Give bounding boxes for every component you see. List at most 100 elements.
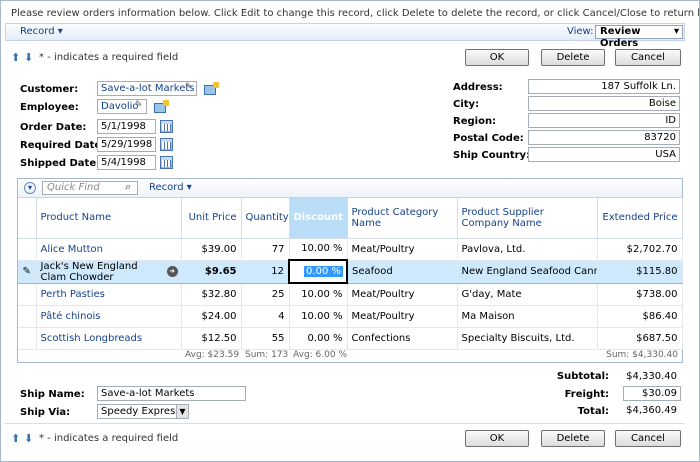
ok-button-bottom[interactable]: OK [465, 430, 529, 447]
ok-button[interactable]: OK [465, 49, 529, 66]
table-row[interactable]: Perth Pasties $32.80 25 10.00 % Meat/Pou… [18, 283, 683, 306]
discount-edit-cell[interactable]: 0.00 % [288, 259, 348, 284]
table-row[interactable]: Alice Mutton $39.00 77 10.00 % Meat/Poul… [18, 238, 683, 261]
column-header-product-name[interactable]: Product Name [36, 198, 182, 239]
grid-footer-row: Avg: $23.59 Sum: 173 Avg: 6.00 % Sum: $4… [18, 349, 682, 361]
employee-label: Employee: [20, 102, 79, 113]
category-cell: Meat/Poultry [347, 305, 458, 328]
region-field[interactable]: ID [528, 113, 680, 128]
column-header-category[interactable]: Product Category Name [347, 198, 458, 239]
new-customer-icon[interactable] [204, 82, 219, 95]
table-row[interactable]: Scottish Longbreads $12.50 55 0.00 % Con… [18, 327, 683, 350]
discount-cell: 10.00 % [289, 305, 348, 328]
edit-pencil-icon: ✎ [22, 266, 31, 277]
city-label: City: [453, 99, 480, 110]
cancel-button[interactable]: Cancel [615, 49, 681, 66]
discount-cell: 10.00 % [289, 283, 348, 306]
row-indicator [18, 238, 37, 261]
delete-button[interactable]: Delete [541, 49, 605, 66]
column-header-unit-price[interactable]: Unit Price [181, 198, 242, 239]
arrow-down-icon[interactable]: ⬇ [24, 52, 33, 63]
view-select[interactable]: Review Orders ▾ [595, 25, 683, 49]
grid-record-menu[interactable]: Record ▾ [149, 182, 192, 193]
order-date-value: 5/1/1998 [101, 121, 146, 132]
ship-via-select[interactable]: Speedy Express ▼ [97, 404, 189, 419]
view-label: View: [567, 26, 594, 37]
ship-name-label: Ship Name: [20, 389, 85, 400]
customer-lookup[interactable]: Save-a-lot Markets [97, 81, 197, 96]
dropdown-arrow-icon: ▾ [57, 26, 63, 37]
total-label: Total: [577, 406, 609, 417]
chevron-down-icon: ▾ [673, 26, 679, 37]
footer-sum-qty: Sum: 173 [241, 349, 289, 361]
postal-code-field[interactable]: 83720 [528, 130, 680, 145]
collapse-icon[interactable]: ▾ [24, 182, 36, 194]
record-menu[interactable]: Record ▾ [20, 26, 63, 37]
form-frame: Please review orders information below. … [0, 0, 700, 462]
calendar-icon[interactable] [160, 138, 173, 151]
shipped-date-field[interactable]: 5/4/1998 [97, 155, 156, 170]
category-cell: Meat/Poultry [347, 238, 458, 261]
unit-price-cell: $12.50 [181, 327, 242, 350]
calendar-icon[interactable] [160, 156, 173, 169]
row-menu-icon[interactable]: ➜ [166, 265, 178, 277]
extended-price-cell: $86.40 [597, 305, 683, 328]
quick-find-input[interactable]: Quick Find [42, 181, 138, 195]
ship-country-label: Ship Country: [453, 150, 531, 161]
record-nav: ⬆ ⬇ [11, 52, 37, 64]
delete-button-bottom[interactable]: Delete [541, 430, 605, 447]
cancel-button-bottom[interactable]: Cancel [615, 430, 681, 447]
quantity-cell: 4 [241, 305, 290, 328]
product-name-cell[interactable]: Perth Pasties [36, 283, 182, 306]
city-field[interactable]: Boise [528, 96, 680, 111]
extended-price-cell: $687.50 [597, 327, 683, 350]
freight-label: Freight: [564, 389, 609, 400]
table-row[interactable]: Pâté chinois $24.00 4 10.00 % Meat/Poult… [18, 305, 683, 328]
product-name-value: Jack's New England Clam Chowder [40, 260, 138, 283]
chevron-down-icon: ▼ [176, 405, 188, 418]
quick-find-placeholder: Quick Find [47, 182, 100, 193]
subtotal-label: Subtotal: [556, 371, 609, 382]
search-icon[interactable]: ⌕ [125, 180, 131, 194]
product-name-cell[interactable]: Alice Mutton [36, 238, 182, 261]
ship-name-field[interactable]: Save-a-lot Markets [97, 386, 246, 401]
order-date-field[interactable]: 5/1/1998 [97, 119, 156, 134]
footer-spacer [457, 349, 597, 361]
postal-code-label: Postal Code: [453, 133, 524, 144]
product-name-cell[interactable]: Pâté chinois [36, 305, 182, 328]
arrow-up-icon[interactable]: ⬆ [11, 433, 20, 444]
quantity-cell: 55 [241, 327, 290, 350]
column-header-supplier[interactable]: Product Supplier Company Name [457, 198, 598, 239]
footer-avg-price: Avg: $23.59 [181, 349, 241, 361]
product-name-cell[interactable]: Jack's New England Clam Chowder ➜ [36, 259, 182, 284]
order-date-label: Order Date: [20, 122, 87, 133]
column-header-discount[interactable]: Discount [289, 198, 348, 239]
arrow-down-icon[interactable]: ⬇ [24, 433, 33, 444]
row-indicator-header [18, 198, 37, 239]
row-indicator: ✎ [18, 259, 37, 284]
calendar-icon[interactable] [160, 120, 173, 133]
address-field[interactable]: 187 Suffolk Ln. [528, 79, 680, 94]
ship-country-field[interactable]: USA [528, 147, 680, 162]
category-cell: Confections [347, 327, 458, 350]
footer-avg-discount: Avg: 6.00 % [289, 349, 347, 361]
table-row-selected[interactable]: ✎ Jack's New England Clam Chowder ➜ $9.6… [18, 259, 683, 284]
column-header-extended-price[interactable]: Extended Price [597, 198, 683, 239]
ship-via-value: Speedy Express [101, 406, 181, 417]
column-header-quantity[interactable]: Quantity [241, 198, 290, 239]
address-label: Address: [453, 82, 503, 93]
action-bar: Record ▾ View: Review Orders ▾ [5, 23, 685, 49]
new-employee-icon[interactable] [154, 100, 169, 113]
product-name-cell[interactable]: Scottish Longbreads [36, 327, 182, 350]
arrow-up-icon[interactable]: ⬆ [11, 52, 20, 63]
dropdown-arrow-icon: ▾ [186, 182, 192, 193]
customer-value: Save-a-lot Markets [101, 83, 195, 94]
unit-price-cell: $39.00 [181, 238, 242, 261]
freight-field[interactable]: $30.09 [623, 386, 681, 401]
discount-cell: 0.00 % [289, 327, 348, 350]
required-date-field[interactable]: 5/29/1998 [97, 137, 156, 152]
row-indicator [18, 283, 37, 306]
footer-sum-extended: Sum: $4,330.40 [597, 349, 682, 361]
ship-via-label: Ship Via: [20, 407, 71, 418]
discount-edit-value[interactable]: 0.00 % [304, 266, 343, 277]
